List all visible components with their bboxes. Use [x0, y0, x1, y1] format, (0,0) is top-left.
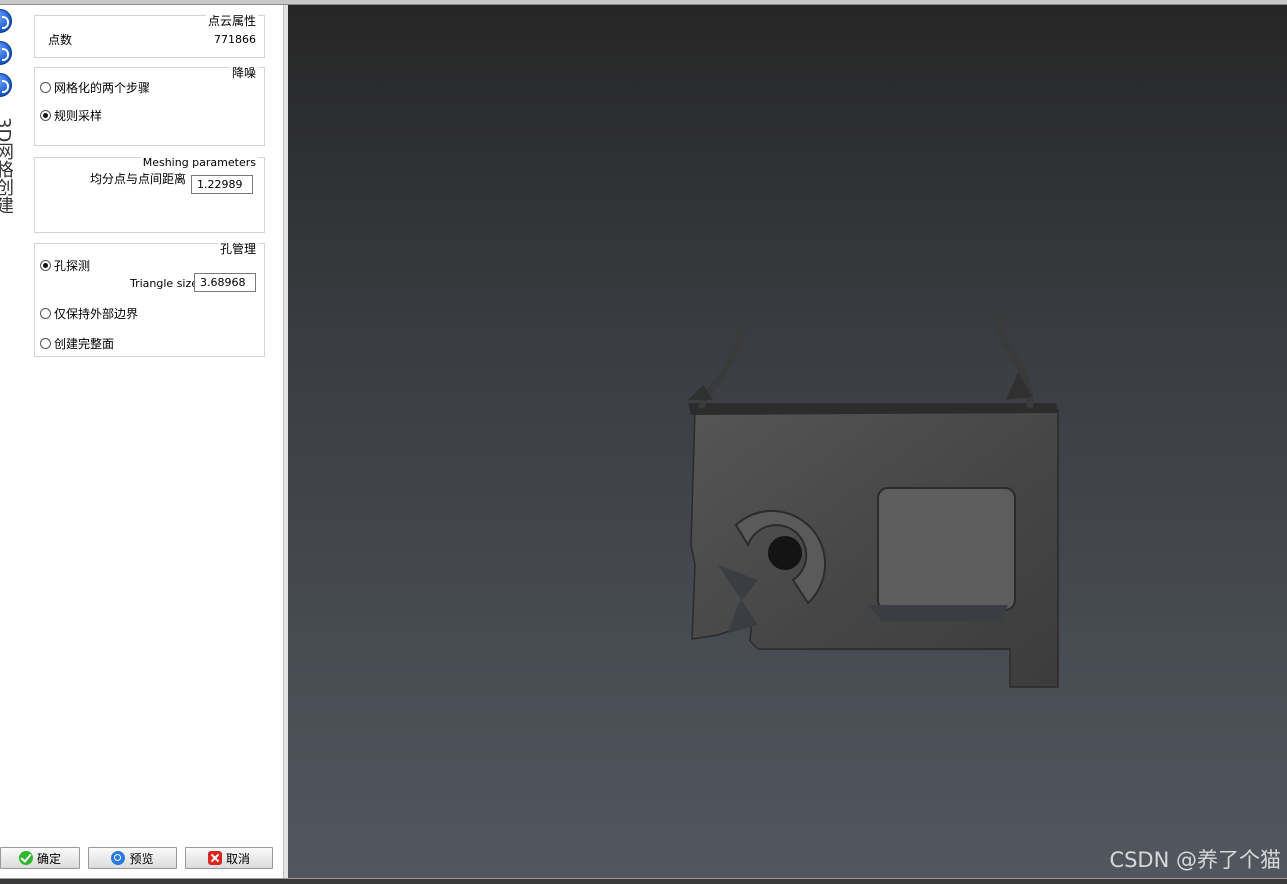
radio-label: 网格化的两个步骤	[54, 81, 151, 95]
hole-group-title: 孔管理	[217, 242, 258, 256]
point-count-label: 点数	[48, 33, 73, 47]
tool-icon-1[interactable]	[0, 9, 12, 33]
radio-indicator[interactable]	[40, 308, 51, 319]
model-right-block	[877, 487, 1016, 611]
point-distance-input[interactable]	[191, 175, 253, 194]
meshing-parameters-group: Meshing parameters 均分点与点间距离	[34, 156, 265, 233]
radio-label: 孔探测	[54, 259, 91, 273]
radio-indicator[interactable]	[40, 82, 51, 93]
denoise-group-title: 降噪	[229, 66, 258, 80]
radio-label: 创建完整面	[54, 337, 115, 351]
radio-regular-sampling[interactable]: 规则采样	[40, 107, 102, 124]
radio-indicator[interactable]	[40, 110, 51, 121]
point-count-value: 771866	[214, 33, 256, 46]
side-tool-strip: 3D网格创建	[0, 5, 13, 255]
radio-two-step-meshing[interactable]: 网格化的两个步骤	[40, 79, 150, 96]
ok-button-label: 确定	[36, 851, 61, 866]
model-right-slot	[868, 605, 1008, 621]
denoise-group: 降噪 网格化的两个步骤 规则采样	[34, 66, 265, 146]
mesh-model	[688, 311, 1059, 688]
radio-hole-detection[interactable]: 孔探测	[40, 257, 90, 274]
preview-button[interactable]: 预览	[88, 847, 177, 869]
pointcloud-group-title: 点云属性	[205, 14, 258, 28]
radio-label: 仅保持外部边界	[54, 307, 139, 321]
side-panel-title: 3D网格创建	[0, 117, 13, 215]
radio-keep-outer-boundary[interactable]: 仅保持外部边界	[40, 305, 138, 322]
ok-button[interactable]: 确定	[0, 847, 80, 869]
triangle-size-input[interactable]	[194, 273, 256, 292]
hole-management-group: 孔管理 孔探测 Triangle size 仅保持外部边界 创建完整面	[34, 242, 265, 357]
cancel-icon	[207, 851, 222, 865]
radio-indicator[interactable]	[40, 260, 51, 271]
model-top-edge	[688, 403, 1058, 415]
point-distance-label: 均分点与点间距离	[90, 172, 187, 186]
preview-button-label: 预览	[129, 851, 154, 866]
triangle-size-label: Triangle size	[130, 277, 199, 290]
3d-viewport[interactable]: CSDN @养了个猫	[288, 5, 1287, 878]
check-icon	[18, 851, 33, 865]
tool-icon-2[interactable]	[0, 41, 12, 65]
meshing-group-title: Meshing parameters	[140, 156, 258, 170]
radio-label: 规则采样	[54, 109, 103, 123]
magnifier-icon	[111, 851, 126, 865]
cancel-button[interactable]: 取消	[185, 847, 273, 869]
radio-create-full-surface[interactable]: 创建完整面	[40, 335, 114, 352]
csdn-watermark: CSDN @养了个猫	[1109, 848, 1281, 872]
mesh-creation-panel: 点云属性 点数 771866 降噪 网格化的两个步骤 规则采样 Meshing …	[13, 5, 283, 878]
radio-indicator[interactable]	[40, 338, 51, 349]
window-bottom-border	[0, 878, 1287, 884]
pointcloud-properties-group: 点云属性 点数 771866	[34, 14, 265, 58]
cancel-button-label: 取消	[225, 851, 250, 866]
tool-icon-3[interactable]	[0, 73, 12, 97]
model-hole	[768, 536, 802, 570]
